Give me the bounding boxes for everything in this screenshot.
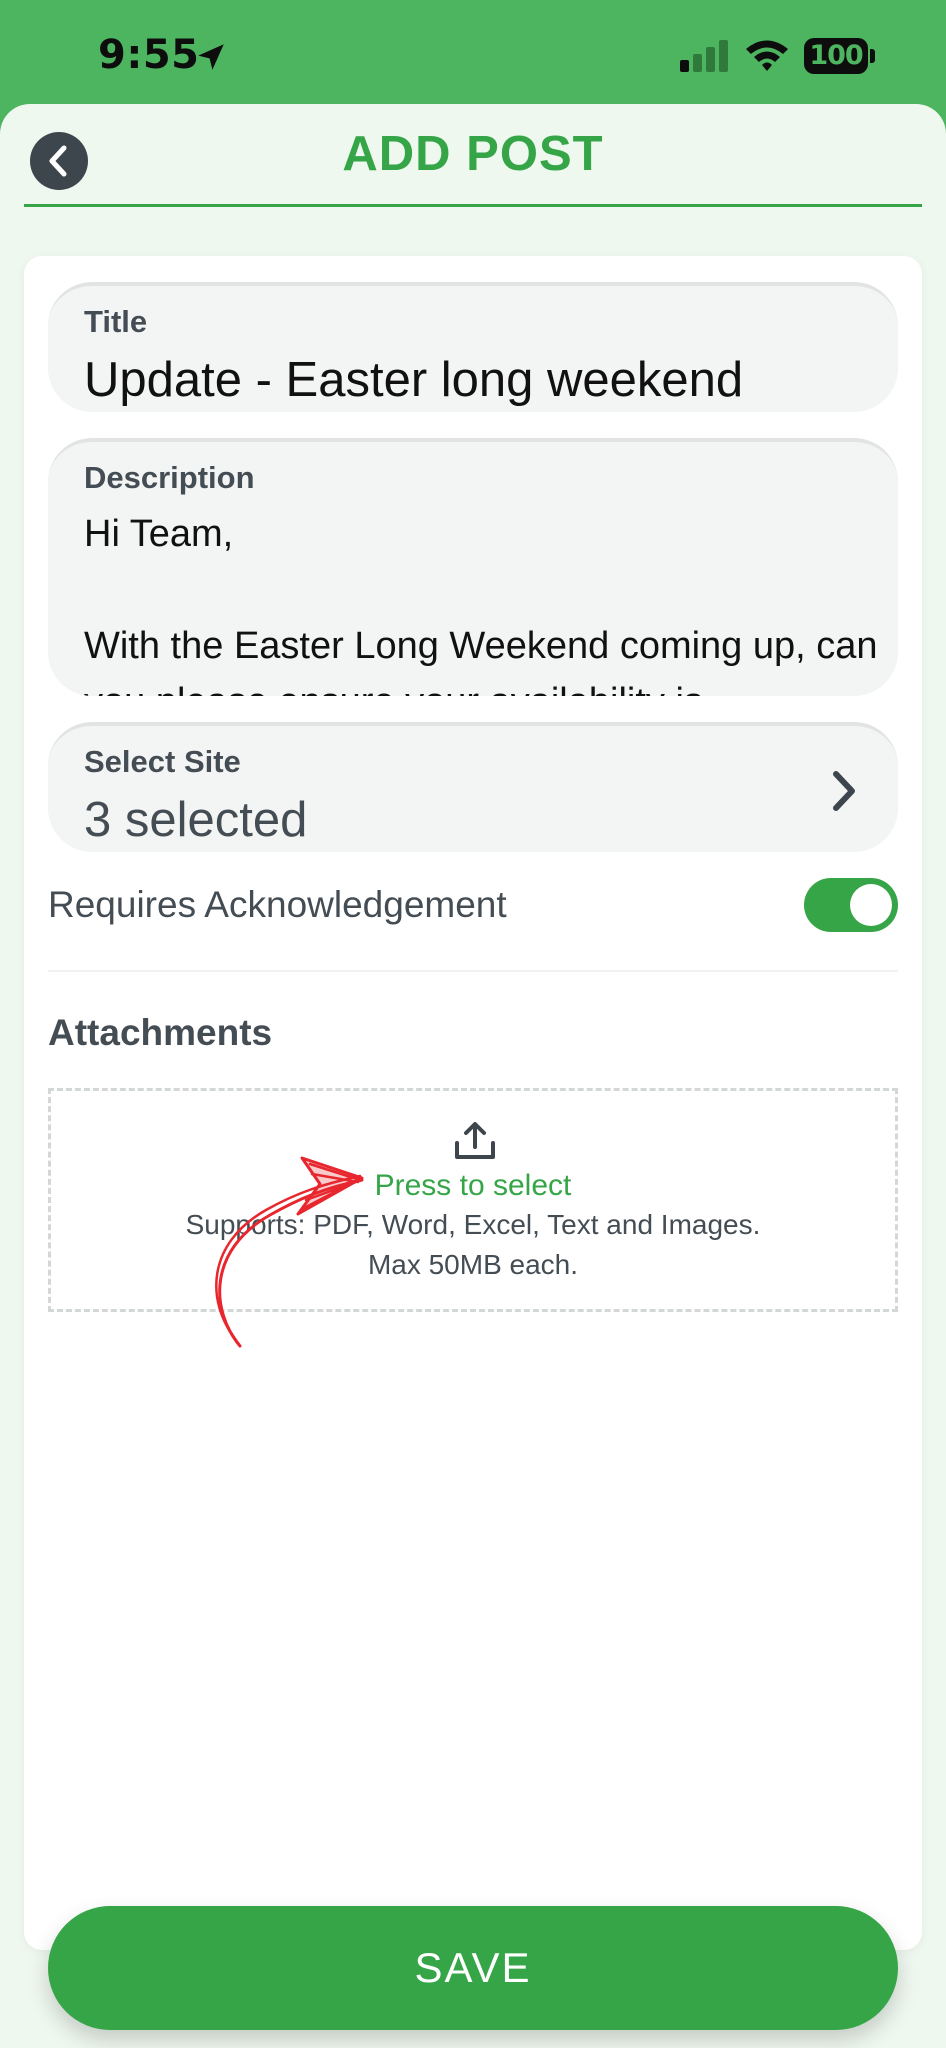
section-divider [48,970,898,972]
press-to-select-link[interactable]: Press to select [51,1169,895,1203]
red-arrow-annotation [215,1156,364,1348]
battery-tip [870,49,875,63]
acknowledgement-toggle[interactable] [804,878,898,932]
toggle-knob [850,884,892,926]
attachments-heading: Attachments [48,1012,273,1053]
wifi-icon [746,40,788,71]
title-label: Title [84,304,148,339]
title-value[interactable]: Update - Easter long weekend [84,352,743,408]
battery-indicator: 100 [804,38,868,74]
supported-formats-text: Supports: PDF, Word, Excel, Text and Ima… [185,1209,761,1240]
header-divider [24,204,922,207]
select-site-label: Select Site [84,744,241,779]
max-size-text: Max 50MB each. [367,1249,579,1280]
post-form-card: Title Update - Easter long weekend Descr… [24,256,922,2030]
status-time: 9:55 [98,32,200,78]
page-title: ADD POST [342,127,604,181]
select-site-value: 3 selected [84,793,308,847]
add-post-sheet: ADD POST Title Update - Easter long week… [0,104,946,2048]
requires-acknowledgement-label: Requires Acknowledgement [48,884,507,925]
status-bar: 9:55 100 [0,0,946,110]
upload-icon [455,1122,495,1159]
location-arrow-icon [198,44,224,70]
save-button[interactable]: SAVE [48,1906,898,2030]
attachment-dropzone[interactable]: Press to select Supports: PDF, Word, Exc… [48,1088,898,1312]
description-label: Description [84,460,255,495]
description-field[interactable]: Description Hi Team, With the Easter Lon… [48,438,898,696]
select-site-field[interactable]: Select Site 3 selected [48,722,898,852]
title-field[interactable]: Title Update - Easter long weekend [48,282,898,412]
cellular-signal-icon [680,40,728,72]
description-value[interactable]: Hi Team, With the Easter Long Weekend co… [84,506,884,696]
chevron-right-icon [833,771,855,811]
